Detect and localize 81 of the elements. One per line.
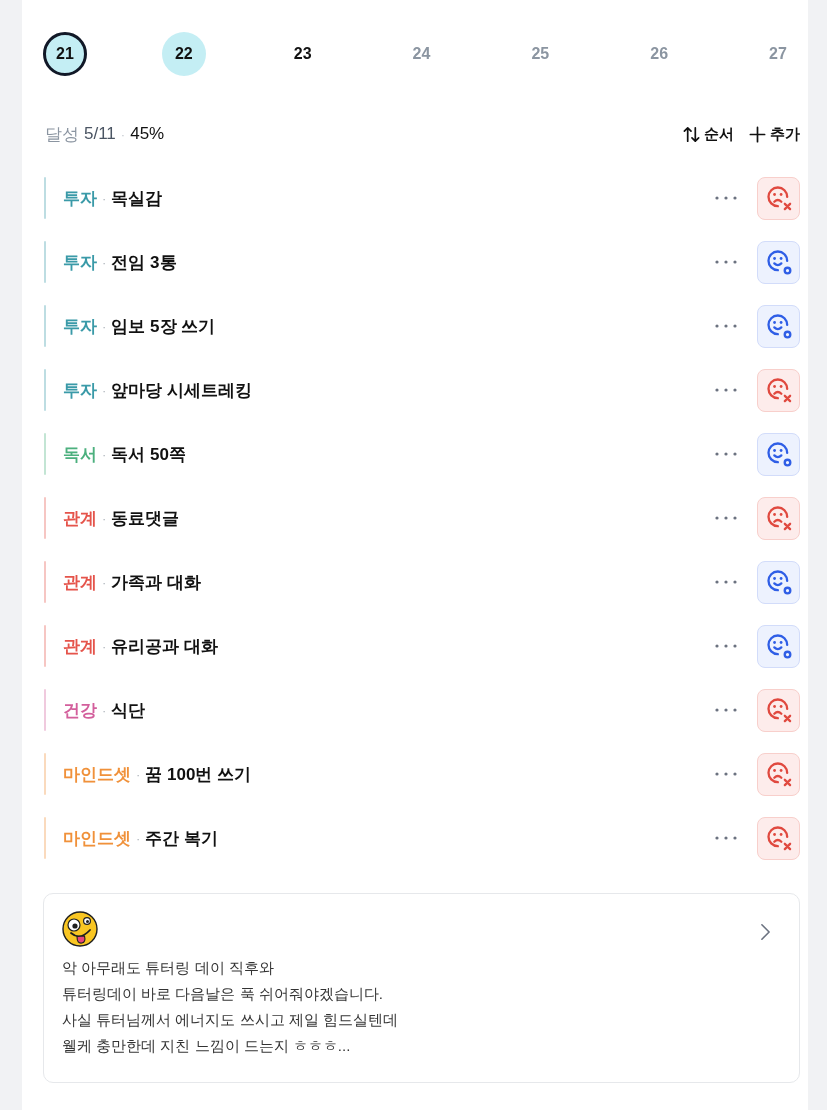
missed-button[interactable] bbox=[757, 688, 800, 732]
more-icon bbox=[715, 708, 737, 712]
task-title: 동료댓글 bbox=[111, 507, 180, 530]
date-button[interactable]: 23 bbox=[280, 32, 325, 76]
task-title: 식단 bbox=[111, 699, 146, 722]
sad-face-x-icon bbox=[764, 760, 793, 788]
more-icon bbox=[715, 324, 737, 328]
achievement-count: 5/11 bbox=[84, 124, 116, 144]
achievement-percent: 45% bbox=[130, 124, 165, 144]
task-title: 목실감 bbox=[111, 187, 163, 210]
separator-text: · bbox=[102, 254, 107, 270]
more-icon bbox=[715, 644, 737, 648]
more-icon bbox=[715, 836, 737, 840]
separator-text: · bbox=[102, 510, 107, 526]
separator-text: · bbox=[102, 702, 107, 718]
category-label: 투자 bbox=[63, 187, 97, 210]
smiley-circle-icon bbox=[764, 248, 793, 276]
plus-icon bbox=[748, 124, 767, 144]
separator-text: · bbox=[120, 126, 126, 142]
category-label: 독서 bbox=[63, 443, 97, 466]
achievement-label: 달성 bbox=[45, 123, 79, 146]
sort-button[interactable]: 순서 bbox=[682, 124, 734, 144]
date-button[interactable]: 22 bbox=[161, 32, 206, 76]
achieved-button[interactable] bbox=[757, 560, 800, 604]
sad-face-x-icon bbox=[764, 696, 793, 724]
sad-face-x-icon bbox=[764, 504, 793, 532]
category-label: 투자 bbox=[63, 315, 97, 338]
achieved-button[interactable] bbox=[757, 240, 800, 284]
tongue-out-face-icon bbox=[62, 911, 98, 947]
sad-face-x-icon bbox=[764, 824, 793, 852]
more-icon bbox=[715, 260, 737, 264]
missed-button[interactable] bbox=[757, 368, 800, 412]
separator-text: · bbox=[136, 830, 141, 846]
missed-button[interactable] bbox=[757, 816, 800, 860]
achieved-button[interactable] bbox=[757, 432, 800, 476]
sad-face-x-icon bbox=[764, 376, 793, 404]
achieved-button[interactable] bbox=[757, 624, 800, 668]
separator-text: · bbox=[102, 190, 107, 206]
more-icon bbox=[715, 580, 737, 584]
task-title: 임보 5장 쓰기 bbox=[111, 315, 216, 338]
date-button[interactable]: 21 bbox=[43, 32, 87, 76]
task-title: 가족과 대화 bbox=[111, 571, 202, 594]
separator-text: · bbox=[102, 574, 107, 590]
separator-text: · bbox=[102, 382, 107, 398]
sad-face-x-icon bbox=[764, 184, 793, 212]
task-title: 전임 3통 bbox=[111, 251, 177, 274]
add-button[interactable]: 추가 bbox=[748, 124, 800, 144]
category-label: 관계 bbox=[63, 571, 97, 594]
category-label: 건강 bbox=[63, 699, 97, 722]
chevron-right-icon bbox=[760, 923, 771, 941]
task-title: 유리공과 대화 bbox=[111, 635, 219, 658]
more-icon bbox=[715, 516, 737, 520]
more-icon bbox=[715, 196, 737, 200]
missed-button[interactable] bbox=[757, 176, 800, 220]
separator-text: · bbox=[102, 446, 107, 462]
missed-button[interactable] bbox=[757, 496, 800, 540]
category-label: 투자 bbox=[63, 251, 97, 274]
task-title: 꿈 100번 쓰기 bbox=[145, 763, 252, 786]
smiley-circle-icon bbox=[764, 632, 793, 660]
category-label: 투자 bbox=[63, 379, 97, 402]
task-title: 독서 50쪽 bbox=[111, 443, 186, 466]
separator-text: · bbox=[102, 638, 107, 654]
smiley-circle-icon bbox=[764, 440, 793, 468]
category-label: 관계 bbox=[63, 635, 97, 658]
achieved-button[interactable] bbox=[757, 304, 800, 348]
note-card[interactable]: 악 아무래도 튜터링 데이 직후와 튜터링데이 바로 다음날은 푹 쉬어줘야겠습니다. 사실 튜터님께서 에너지도 쓰시고 제일 힘드실텐데 웰케 충만한데 지친 느낌이 드는지 ㅎㅎㅎ... bbox=[43, 893, 800, 1083]
task-title: 주간 복기 bbox=[145, 827, 219, 850]
more-icon bbox=[715, 772, 737, 776]
category-label: 관계 bbox=[63, 507, 97, 530]
smiley-circle-icon bbox=[764, 312, 793, 340]
task-title: 앞마당 시세트레킹 bbox=[111, 379, 253, 402]
category-label: 마인드셋 bbox=[63, 827, 131, 850]
separator-text: · bbox=[102, 318, 107, 334]
category-label: 마인드셋 bbox=[63, 763, 131, 786]
smiley-circle-icon bbox=[764, 568, 793, 596]
sort-arrows-icon bbox=[682, 124, 701, 144]
separator-text: · bbox=[136, 766, 141, 782]
missed-button[interactable] bbox=[757, 752, 800, 796]
note-text: 악 아무래도 튜터링 데이 직후와 튜터링데이 바로 다음날은 푹 쉬어줘야겠습니다. 사실 튜터님께서 에너지도 쓰시고 제일 힘드실텐데 웰케 충만한데 지친 느낌이 드는지 ㅎㅎㅎ... bbox=[62, 958, 399, 1056]
more-icon bbox=[715, 452, 737, 456]
more-icon bbox=[715, 388, 737, 392]
